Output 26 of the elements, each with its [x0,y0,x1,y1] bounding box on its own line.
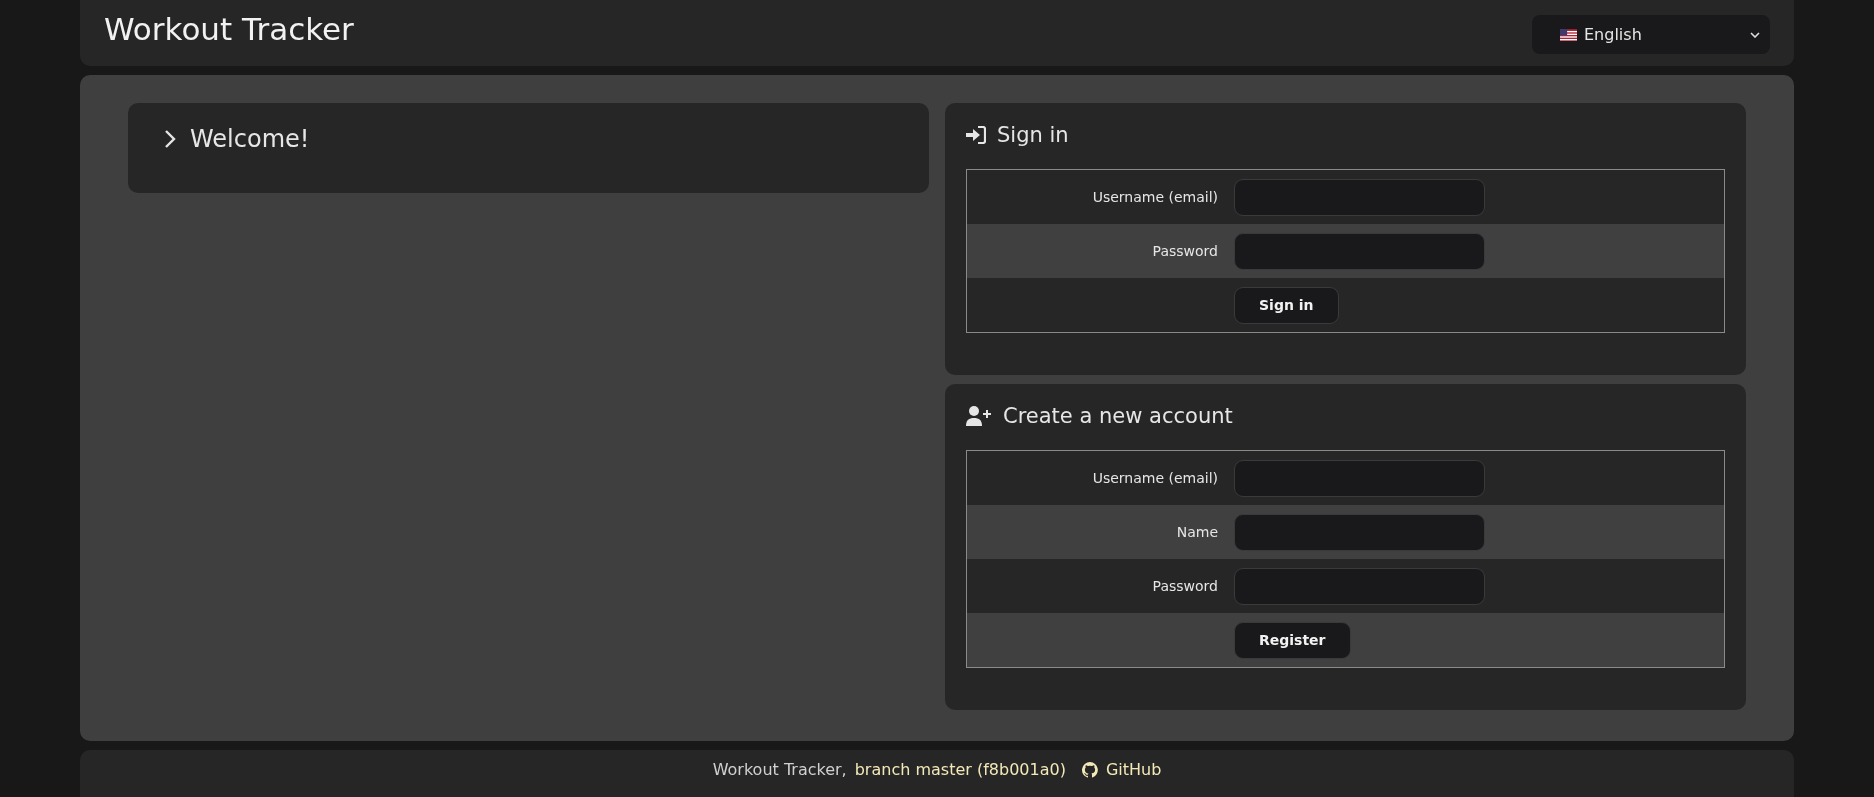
branch-link[interactable]: branch master (f8b001a0) [854,760,1066,779]
app-title: Workout Tracker [104,11,354,47]
field-label: Password [1151,578,1218,594]
sign-in-icon [966,126,986,144]
footer-text: Workout Tracker, [712,760,847,779]
input-field[interactable] [1234,513,1485,551]
input-field[interactable] [1234,459,1485,497]
sign-in-button[interactable]: Sign in [1234,286,1339,324]
field-label: Username (email) [1091,189,1218,205]
language-select[interactable]: English [1532,15,1770,54]
input-field[interactable] [1234,178,1485,216]
field-label: Password [1151,243,1218,259]
welcome-toggle[interactable]: Welcome! [164,125,893,153]
input-field[interactable] [1234,232,1485,270]
input-field[interactable] [1234,567,1485,605]
form-title: Create a new account [1003,404,1233,428]
field-label: Username (email) [1091,470,1218,486]
caret-icon [1750,31,1760,38]
add-user-icon [966,406,992,426]
flag-icon [1560,28,1577,41]
form-title: Sign in [997,123,1069,147]
register-button[interactable]: Register [1234,621,1351,659]
github-icon [1081,761,1098,778]
field-label: Name [1175,524,1218,540]
github-link[interactable]: GitHub [1105,760,1162,779]
chevron-icon [164,129,176,149]
